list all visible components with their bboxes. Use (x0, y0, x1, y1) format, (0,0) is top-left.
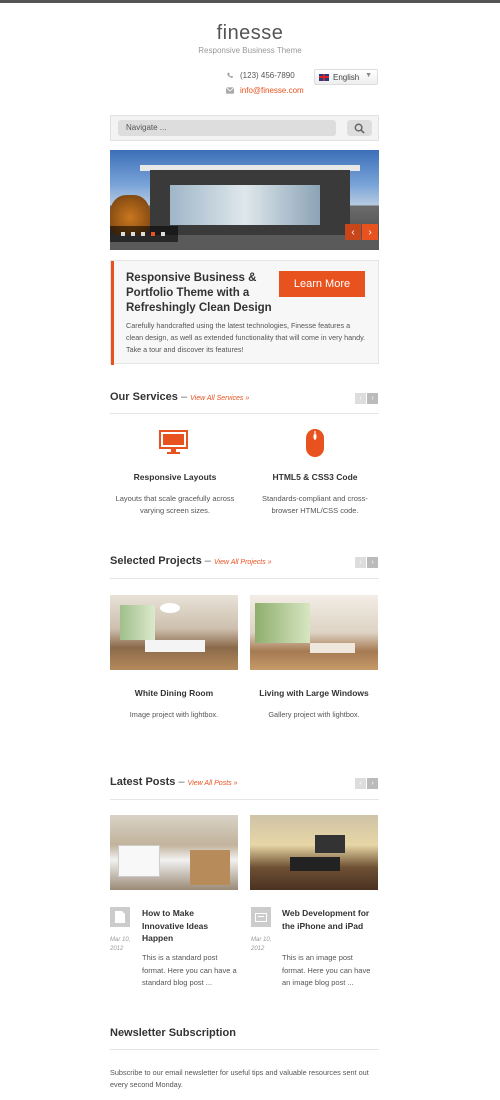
newsletter-text: Subscribe to our email newsletter for us… (110, 1068, 369, 1089)
table-shape (145, 640, 205, 652)
project-title[interactable]: Living with Large Windows (250, 688, 378, 698)
sofa-shape (310, 643, 355, 653)
post-thumbnail[interactable] (250, 815, 378, 890)
screen-shape (315, 835, 345, 853)
services-next-icon[interactable]: › (367, 393, 378, 404)
projects-dash: – (204, 555, 211, 567)
language-label: English (333, 72, 360, 82)
posts-heading: Latest Posts – View All Posts » (110, 776, 237, 788)
projects-heading: Selected Projects – View All Projects » (110, 555, 272, 567)
posts-pager: ‹ › (355, 778, 378, 789)
document-icon (115, 911, 125, 923)
newsletter-heading: Newsletter Subscription (110, 1027, 236, 1039)
shelf-shape (190, 850, 230, 885)
project-thumbnail[interactable] (110, 595, 238, 670)
project-text: Image project with lightbox. (129, 710, 219, 719)
post-date: Mar 10, 2012 (110, 937, 131, 952)
newsletter-divider (110, 1049, 379, 1050)
navigate-select[interactable]: Navigate ... (118, 120, 336, 136)
monitor-icon (159, 430, 188, 454)
slider-dot-active[interactable] (151, 232, 155, 236)
slider-prev-icon[interactable]: ‹ (345, 224, 361, 240)
window-shape (120, 605, 155, 640)
learn-more-button[interactable]: Learn More (279, 271, 365, 297)
promo-text: Carefully handcrafted using the latest t… (126, 321, 366, 354)
uk-flag-icon (319, 73, 329, 81)
mouse-icon (306, 429, 324, 457)
mail-icon (226, 87, 234, 94)
services-dash: – (180, 391, 188, 403)
post-thumbnail[interactable] (110, 815, 238, 890)
services-view-all-link[interactable]: View All Services » (190, 395, 249, 402)
promo-title: Responsive Business & Portfolio Theme wi… (126, 272, 272, 314)
project-title[interactable]: White Dining Room (110, 688, 238, 698)
promo-accent-bar (111, 261, 114, 365)
services-heading: Our Services – View All Services » (110, 391, 249, 403)
search-icon (354, 123, 365, 134)
slider-dot[interactable] (131, 232, 135, 236)
service-title: HTML5 & CSS3 Code (272, 472, 358, 482)
window-shape (255, 603, 310, 643)
project-text: Gallery project with lightbox. (268, 710, 360, 719)
slider-dot[interactable] (121, 232, 125, 236)
chevron-down-icon: ▼ (365, 72, 372, 79)
project-thumbnail[interactable] (250, 595, 378, 670)
language-select[interactable]: English ▼ (314, 69, 378, 85)
slider-pagination (110, 226, 178, 242)
service-text: Layouts that scale gracefully across var… (115, 494, 235, 515)
desk-shape (290, 857, 340, 871)
slider-arrows: ‹ › (345, 224, 378, 240)
projects-title: Selected Projects (110, 555, 202, 567)
slider-dot[interactable] (141, 232, 145, 236)
service-text: Standards-compliant and cross-browser HT… (262, 494, 368, 515)
promo-box: Responsive Business & Portfolio Theme wi… (110, 260, 379, 365)
services-title: Our Services (110, 391, 178, 403)
projects-view-all-link[interactable]: View All Projects » (214, 559, 272, 566)
post-title[interactable]: Web Development for the iPhone and iPad (282, 907, 378, 932)
post-format-badge (251, 907, 271, 927)
posts-dash: – (178, 776, 185, 788)
slider-dot[interactable] (161, 232, 165, 236)
top-border (0, 0, 500, 3)
hero-slider[interactable]: ‹ › (110, 150, 379, 250)
post-date: Mar 10, 2012 (251, 937, 272, 952)
post-excerpt: This is an image post format. Here you c… (282, 953, 371, 987)
posts-title: Latest Posts (110, 776, 176, 788)
post-title[interactable]: How to Make Innovative Ideas Happen (142, 907, 238, 945)
phone-line: (123) 456-7890 (226, 71, 295, 80)
projects-pager: ‹ › (355, 557, 378, 568)
post-excerpt: This is a standard post format. Here you… (142, 953, 237, 987)
services-divider (110, 413, 379, 414)
projects-next-icon[interactable]: › (367, 557, 378, 568)
posts-next-icon[interactable]: › (367, 778, 378, 789)
posts-prev-icon[interactable]: ‹ (355, 778, 366, 789)
phone-icon (227, 72, 233, 78)
image-icon (255, 912, 267, 922)
services-pager: ‹ › (355, 393, 378, 404)
post-format-badge (110, 907, 130, 927)
email-line: info@finesse.com (226, 86, 304, 95)
site-logo[interactable]: finesse (0, 22, 500, 45)
posts-divider (110, 799, 379, 800)
site-tagline: Responsive Business Theme (198, 46, 302, 55)
slider-next-icon[interactable]: › (362, 224, 378, 240)
phone-number: (123) 456-7890 (240, 71, 295, 80)
email-link[interactable]: info@finesse.com (240, 86, 304, 95)
services-prev-icon[interactable]: ‹ (355, 393, 366, 404)
lamp-shape (160, 603, 180, 613)
projects-prev-icon[interactable]: ‹ (355, 557, 366, 568)
posts-view-all-link[interactable]: View All Posts » (188, 780, 238, 787)
navigation-bar: Navigate ... (110, 115, 379, 141)
service-title: Responsive Layouts (133, 472, 217, 482)
search-button[interactable] (347, 120, 372, 136)
slide-windows (170, 185, 320, 225)
projects-divider (110, 578, 379, 579)
tv-unit-shape (118, 845, 160, 877)
